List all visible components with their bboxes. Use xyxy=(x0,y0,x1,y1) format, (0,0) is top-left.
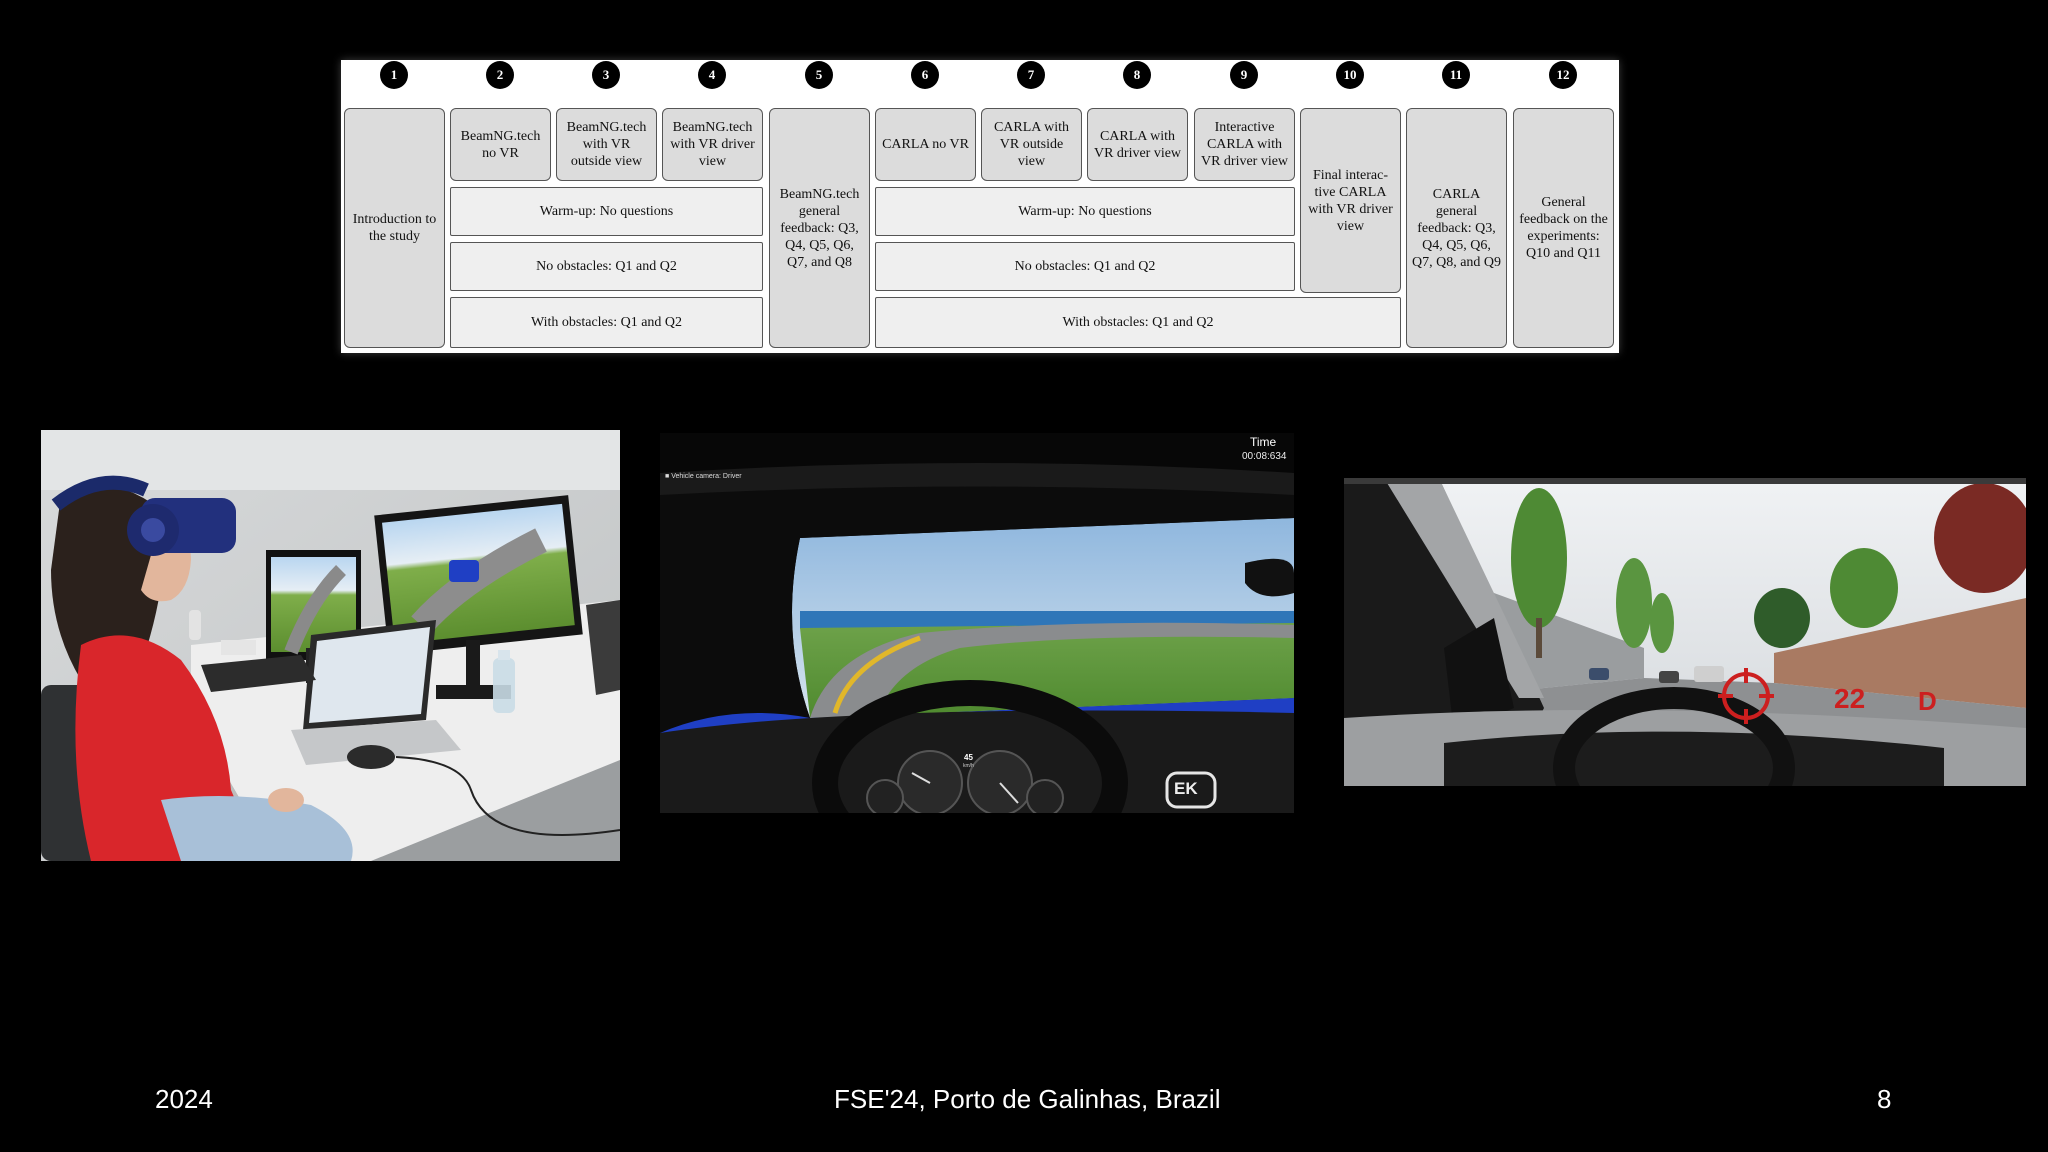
step-carla-no-vr: CARLA no VR xyxy=(875,108,976,181)
step-number: 6 xyxy=(911,61,939,89)
carla-driver-view-screenshot: 22 D xyxy=(1344,478,2026,786)
step-number: 12 xyxy=(1549,61,1577,89)
step-beamng-vr-driver: BeamNG.tech with VR driver view xyxy=(662,108,763,181)
step-number: 11 xyxy=(1442,61,1470,89)
step-number: 1 xyxy=(380,61,408,89)
hud-gear: D xyxy=(1918,686,1937,716)
step-carla-feedback: CARLA general feedback: Q3, Q4, Q5, Q6, … xyxy=(1406,108,1507,348)
beamng-no-obstacles: No obstacles: Q1 and Q2 xyxy=(450,242,763,291)
step-carla-vr-driver: CARLA with VR driver view xyxy=(1087,108,1188,181)
step-number: 4 xyxy=(698,61,726,89)
speed-readout: 45 xyxy=(964,753,973,762)
step-number: 10 xyxy=(1336,61,1364,89)
step-general-feedback: General feedback on the experiments: Q10… xyxy=(1513,108,1614,348)
step-carla-vr-outside: CARLA with VR outside view xyxy=(981,108,1082,181)
step-number: 3 xyxy=(592,61,620,89)
carla-driver-scene xyxy=(1344,478,2026,786)
carla-with-obstacles: With obstacles: Q1 and Q2 xyxy=(875,297,1401,348)
beamng-driver-scene xyxy=(660,433,1294,813)
logo-text: EK xyxy=(1174,779,1198,798)
hud-speed: 22 xyxy=(1834,683,1866,714)
study-flow-diagram: 1 2 3 4 5 6 7 8 9 10 11 12 Introduction … xyxy=(341,60,1619,353)
step-number: 9 xyxy=(1230,61,1258,89)
footer-venue: FSE'24, Porto de Galinhas, Brazil xyxy=(834,1084,1221,1114)
step-number: 5 xyxy=(805,61,833,89)
step-number: 8 xyxy=(1123,61,1151,89)
step-number: 7 xyxy=(1017,61,1045,89)
camera-label-text: Vehicle camera: Driver xyxy=(671,473,742,480)
step-number: 2 xyxy=(486,61,514,89)
step-beamng-no-vr: BeamNG.tech no VR xyxy=(450,108,551,181)
beamng-warmup: Warm-up: No questions xyxy=(450,187,763,236)
participant-scene-illustration xyxy=(41,430,620,861)
time-label: Time xyxy=(1250,435,1277,449)
participant-vr-photo xyxy=(41,430,620,861)
step-beamng-vr-outside: BeamNG.tech with VR outside view xyxy=(556,108,657,181)
step-beamng-feedback: BeamNG.tech general feedback: Q3, Q4, Q5… xyxy=(769,108,870,348)
camera-label: ■ Vehicle camera: Driver xyxy=(665,473,742,480)
video-camera-icon: ■ xyxy=(665,473,670,480)
speed-unit: km/h xyxy=(963,763,974,769)
carla-warmup: Warm-up: No questions xyxy=(875,187,1295,236)
footer-year: 2024 xyxy=(155,1084,213,1114)
step-introduction: Introduction to the study xyxy=(344,108,445,348)
beamng-with-obstacles: With obstacles: Q1 and Q2 xyxy=(450,297,763,348)
carla-no-obstacles: No obstacles: Q1 and Q2 xyxy=(875,242,1295,291)
time-value: 00:08:634 xyxy=(1242,451,1287,462)
step-final-interactive: Final interac-tive CARLA with VR driver … xyxy=(1300,108,1401,293)
beamng-driver-view-screenshot: Time 00:08:634 ■ Vehicle camera: Driver … xyxy=(660,433,1294,813)
slide-number: 8 xyxy=(1877,1084,1892,1114)
step-interactive-carla: Interactive CARLA with VR driver view xyxy=(1194,108,1295,181)
